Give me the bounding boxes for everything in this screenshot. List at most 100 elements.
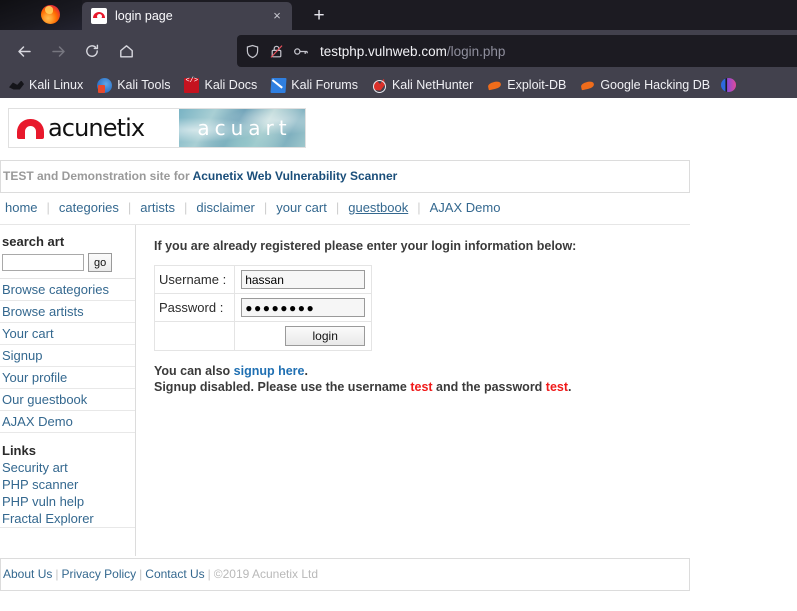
footer-separator: |	[139, 567, 143, 581]
sidebar-extra-links: Security art PHP scanner PHP vuln help Frac…	[0, 459, 135, 527]
bookmark-exploit-db[interactable]: Exploit-DB	[480, 76, 573, 95]
bookmark-label: Kali Forums	[291, 78, 358, 92]
sidebar-item-our-guestbook[interactable]: Our guestbook	[0, 389, 135, 411]
nav-link-your-cart[interactable]: your cart	[267, 200, 336, 215]
nav-link-disclaimer[interactable]: disclaimer	[187, 200, 264, 215]
acunetix-arch-icon	[17, 117, 44, 139]
sidebar-item-browse-artists[interactable]: Browse artists	[0, 301, 135, 323]
submit-cell: login	[234, 321, 373, 351]
bookmark-kali-forums[interactable]: Kali Forums	[264, 76, 365, 95]
sidebar-item-signup[interactable]: Signup	[0, 345, 135, 367]
search-form: go	[0, 253, 135, 279]
username-row: Username :	[153, 265, 373, 294]
username-input[interactable]	[241, 270, 366, 289]
bookmark-kali-nethunter[interactable]: Kali NetHunter	[365, 76, 480, 95]
kali-docs-icon	[184, 77, 200, 93]
signup-here-link[interactable]: signup here	[234, 364, 305, 378]
home-icon[interactable]	[110, 35, 142, 67]
login-intro-text: If you are already registered please ent…	[154, 239, 577, 253]
bookmark-kali-docs[interactable]: Kali Docs	[177, 76, 264, 95]
login-button[interactable]: login	[285, 326, 366, 346]
nav-link-guestbook[interactable]: guestbook	[339, 200, 417, 215]
password-cell: ●●●●●●●●	[234, 293, 373, 322]
password-input[interactable]: ●●●●●●●●	[241, 298, 366, 317]
bookmark-partial-icon[interactable]	[721, 78, 737, 92]
acunetix-favicon-icon	[91, 8, 107, 24]
search-art-heading: search art	[2, 234, 65, 249]
browser-window: login page × + testphp.vulnweb.com/login…	[0, 0, 797, 611]
nav-link-artists[interactable]: artists	[131, 200, 184, 215]
bookmark-kali-tools[interactable]: Kali Tools	[90, 76, 177, 95]
bookmark-label: Kali NetHunter	[391, 78, 474, 92]
nav-link-categories[interactable]: categories	[50, 200, 128, 215]
exploit-db-icon	[487, 78, 502, 93]
site-nav: home | categories | artists | disclaimer | your …	[0, 193, 690, 225]
url-text: testphp.vulnweb.com/login.php	[318, 44, 505, 59]
sidebar-item-your-cart[interactable]: Your cart	[0, 323, 135, 345]
kali-forums-icon	[270, 77, 287, 93]
privacy-policy-link[interactable]: Privacy Policy	[61, 567, 136, 581]
bookmarks-bar: Kali Linux Kali Tools Kali Docs Kali Forums…	[0, 72, 797, 98]
submit-row: login	[153, 321, 373, 351]
sidebar-item-browse-categories[interactable]: Browse categories	[0, 279, 135, 301]
sidebar: search art go Browse categories Browse ar…	[0, 225, 136, 556]
acuart-banner: acuart	[179, 109, 305, 147]
site-footer: About Us | Privacy Policy | Contact Us | ©2019…	[0, 558, 690, 591]
bookmark-label: Kali Tools	[117, 78, 171, 92]
sidebar-item-fractal-explorer[interactable]: Fractal Explorer	[0, 510, 135, 527]
key-icon[interactable]	[293, 44, 309, 59]
search-input[interactable]	[2, 254, 84, 271]
bookmark-google-hacking-db[interactable]: Google Hacking DB	[573, 76, 717, 95]
site-logo[interactable]: acunetix acuart	[0, 98, 797, 148]
demo-password: test	[545, 379, 569, 394]
submit-spacer-cell	[153, 321, 236, 351]
close-icon[interactable]: ×	[268, 7, 286, 25]
google-hacking-db-icon	[580, 78, 595, 93]
credentials-middle-text: and the password	[432, 379, 546, 394]
username-cell	[234, 265, 373, 294]
signup-note-suffix: .	[304, 364, 308, 378]
contact-us-link[interactable]: Contact Us	[145, 567, 204, 581]
tagline: TEST and Demonstration site for Acunetix…	[0, 160, 690, 193]
about-us-link[interactable]: About Us	[3, 567, 52, 581]
bookmark-label: Exploit-DB	[507, 78, 567, 92]
sidebar-item-security-art[interactable]: Security art	[0, 459, 135, 476]
reload-icon[interactable]	[76, 35, 108, 67]
links-heading: Links	[2, 443, 36, 458]
logo-wordmark: acunetix	[48, 114, 145, 142]
tab-strip: login page × +	[0, 0, 797, 30]
password-label: Password :	[153, 293, 236, 322]
demo-username: test	[410, 379, 433, 394]
password-row: Password : ●●●●●●●●	[153, 293, 373, 322]
tagline-product-name: Acunetix Web Vulnerability Scanner	[192, 169, 398, 183]
sidebar-spacer	[0, 527, 135, 556]
bookmark-label: Google Hacking DB	[600, 78, 711, 92]
sidebar-item-ajax-demo[interactable]: AJAX Demo	[0, 411, 135, 433]
search-go-button[interactable]: go	[88, 253, 113, 272]
signup-note-line2: Signup disabled. Please use the username…	[154, 380, 797, 396]
nav-link-home[interactable]: home	[2, 200, 47, 215]
navigation-toolbar: testphp.vulnweb.com/login.php	[0, 30, 797, 72]
tab-title: login page	[115, 9, 173, 23]
kali-tools-icon	[97, 77, 113, 93]
sidebar-item-your-profile[interactable]: Your profile	[0, 367, 135, 389]
signup-disabled-text: Signup disabled. Please use the username	[154, 379, 411, 394]
lock-disabled-icon[interactable]	[269, 44, 284, 59]
sidebar-item-php-vuln-help[interactable]: PHP vuln help	[0, 493, 135, 510]
browser-tab[interactable]: login page ×	[82, 2, 292, 30]
back-arrow-icon[interactable]	[8, 35, 40, 67]
bookmark-kali-linux[interactable]: Kali Linux	[2, 76, 90, 95]
sidebar-links: Browse categories Browse artists Your cart…	[0, 279, 135, 433]
url-bar[interactable]: testphp.vulnweb.com/login.php	[237, 35, 797, 67]
new-tab-button[interactable]: +	[308, 5, 330, 27]
sidebar-item-php-scanner[interactable]: PHP scanner	[0, 476, 135, 493]
copyright-text: ©2019 Acunetix Ltd	[213, 567, 319, 581]
acuart-wordmark: acuart	[197, 116, 292, 140]
kali-dragon-icon	[9, 78, 24, 93]
firefox-logo-icon	[41, 5, 60, 24]
nav-link-ajax-demo[interactable]: AJAX Demo	[421, 200, 510, 215]
page-content: acunetix acuart TEST and Demonstration s…	[0, 98, 797, 601]
page-body: search art go Browse categories Browse ar…	[0, 225, 797, 556]
shield-icon[interactable]	[245, 44, 260, 59]
signup-note-prefix: You can also	[154, 364, 234, 378]
